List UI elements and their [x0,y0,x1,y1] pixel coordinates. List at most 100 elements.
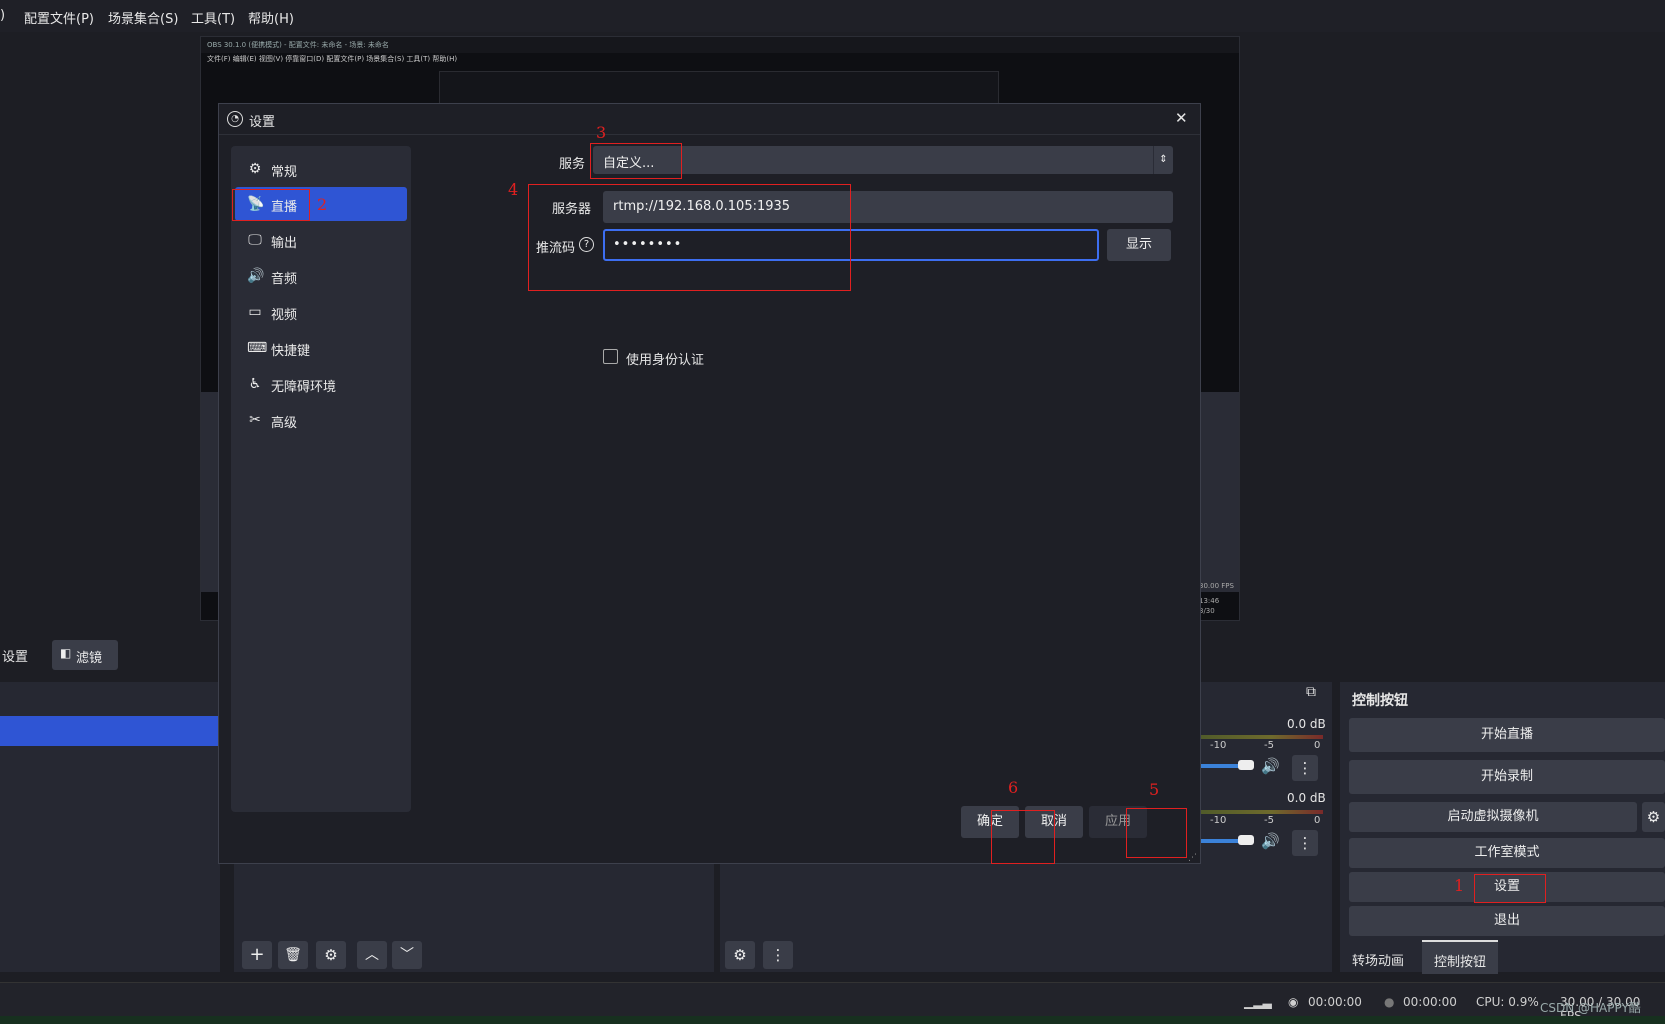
dialog-title: 设置 [249,115,276,130]
filters-button[interactable]: ◧ 滤镜 [52,640,118,670]
move-up-icon[interactable]: ︿ [357,941,387,969]
speaker-icon: 🔊 [247,268,265,284]
resize-grip-icon[interactable]: ⋰ [1188,853,1197,863]
volume-slider-handle-2[interactable] [1238,835,1254,845]
filter-icon: ◧ [60,646,72,660]
annotation-box-3 [590,143,682,179]
menu-item-tools[interactable]: 工具(T) [191,8,235,27]
audio-meter-2 [1195,810,1323,814]
menu-item-profile[interactable]: 配置文件(P) [24,8,94,27]
audio-options-icon[interactable]: ⋮ [1292,830,1318,856]
menu-item-help[interactable]: 帮助(H) [248,8,294,27]
scene-item-selected[interactable] [0,716,218,746]
move-down-icon[interactable]: ﹀ [392,941,422,969]
menu-item-scene-collection[interactable]: 场景集合(S) [108,8,178,27]
undock-icon[interactable]: ⧉ [1306,684,1316,700]
annotation-box-2 [232,189,310,221]
close-icon[interactable]: ✕ [1175,109,1188,127]
annotation-box-1 [1474,874,1546,903]
annotation-number-2: 2 [317,195,328,214]
annotation-number-1: 1 [1454,876,1465,895]
annotation-number-5: 5 [1149,780,1160,799]
scenes-panel [0,682,220,972]
nested-window-menu: 文件(F) 编辑(E) 视图(V) 停靠窗口(D) 配置文件(P) 场景集合(S… [207,55,458,63]
sidebar-item-audio[interactable]: 🔊 音频 [235,259,407,293]
nested-date: 3/30 [1199,607,1215,615]
tab-transitions[interactable]: 转场动画 [1352,950,1404,969]
tab-settings-partial[interactable]: 设置 [0,638,42,670]
output-icon: 🖵 [248,232,262,248]
volume-slider-handle-1[interactable] [1238,760,1254,770]
gear-icon: ⚙ [248,161,262,177]
trash-icon[interactable]: 🗑 [278,941,308,969]
speaker-icon[interactable]: 🔊 [1261,832,1280,850]
annotation-box-4 [528,184,851,291]
sidebar-item-label: 无障碍环境 [271,380,337,395]
nested-window-title: OBS 30.1.0 (便携模式) - 配置文件: 未命名 - 场景: 未命名 [201,37,1239,53]
annotation-number-4: 4 [508,180,519,199]
settings-sidebar: ⚙ 常规 📡 直播 🖵 输出 🔊 音频 ▭ 视频 ⌨ 快捷键 ♿ 无障碍环境 ✂ [231,146,411,812]
meter-tick: -10 [1210,815,1227,826]
meter-tick: 0 [1314,815,1321,826]
studio-mode-button[interactable]: 工作室模式 [1349,838,1665,868]
keyboard-icon: ⌨ [247,340,268,356]
nested-fps: 30.00 FPS [1199,582,1234,590]
status-bar: ▁▂▃ ◉ 00:00:00 ● 00:00:00 CPU: 0.9% 30.0… [0,982,1665,1023]
virtual-camera-gear-icon[interactable]: ⚙ [1642,802,1665,832]
sidebar-item-output[interactable]: 🖵 输出 [235,223,407,257]
annotation-box-5 [1126,808,1187,858]
tools-icon: ✂ [249,412,261,428]
sidebar-item-label: 常规 [271,165,298,180]
meter-tick: -10 [1210,740,1227,751]
signal-icon: ▁▂▃ [1244,995,1272,1009]
sidebar-item-hotkeys[interactable]: ⌨ 快捷键 [235,331,407,365]
show-key-button[interactable]: 显示 [1107,229,1171,261]
sidebar-item-label: 高级 [271,416,298,431]
use-auth-checkbox[interactable] [603,349,618,364]
nested-left-panel [201,392,219,592]
audio-advanced-icon[interactable]: ⚙ [725,941,755,969]
obs-logo-icon: ◔ [227,111,243,127]
sidebar-item-label: 输出 [271,236,298,251]
monitor-icon: ▭ [248,304,262,320]
record-status-icon: ● [1384,995,1395,1009]
service-label: 服务 [558,157,585,172]
meter-tick: -5 [1264,815,1274,826]
sidebar-item-video[interactable]: ▭ 视频 [235,295,407,329]
title-divider [219,134,1200,135]
sidebar-item-general[interactable]: ⚙ 常规 [235,152,407,186]
annotation-box-6 [991,810,1055,864]
stream-status-icon: ◉ [1288,995,1299,1009]
sidebar-item-label: 音频 [271,272,298,287]
meter-tick: 0 [1314,740,1321,751]
exit-button[interactable]: 退出 [1349,906,1665,936]
start-recording-button[interactable]: 开始录制 [1349,760,1665,794]
sidebar-item-label: 快捷键 [271,344,311,359]
sidebar-item-accessibility[interactable]: ♿ 无障碍环境 [235,367,407,401]
select-arrows-icon: ⇕ [1153,146,1173,174]
sidebar-item-advanced[interactable]: ✂ 高级 [235,403,407,437]
audio-menu-icon[interactable]: ⋮ [763,941,793,969]
add-source-icon[interactable]: + [242,941,272,969]
audio-db-1: 0.0 dB [1287,717,1326,731]
controls-title: 控制按钮 [1352,693,1408,709]
accessibility-icon: ♿ [248,376,262,392]
annotation-number-6: 6 [1008,778,1019,797]
start-streaming-button[interactable]: 开始直播 [1349,718,1665,752]
stream-time: 00:00:00 [1308,995,1362,1009]
record-time: 00:00:00 [1403,995,1457,1009]
tab-controls[interactable]: 控制按钮 [1422,940,1498,974]
speaker-icon[interactable]: 🔊 [1261,757,1280,775]
watermark: CSDN @HAPPY酷 [1540,1001,1641,1015]
meter-tick: -5 [1264,740,1274,751]
nested-time: 13:46 [1199,597,1220,605]
start-virtual-camera-button[interactable]: 启动虚拟摄像机 [1349,802,1637,832]
taskbar-strip [0,1016,1665,1024]
sidebar-item-label: 视频 [271,308,298,323]
menu-bar: ) 配置文件(P) 场景集合(S) 工具(T) 帮助(H) [0,0,1665,32]
menu-item-partial[interactable]: ) [0,8,5,23]
audio-options-icon[interactable]: ⋮ [1292,755,1318,781]
nested-right-panel [1201,392,1239,592]
source-settings-icon[interactable]: ⚙ [316,941,346,969]
annotation-number-3: 3 [596,123,607,142]
